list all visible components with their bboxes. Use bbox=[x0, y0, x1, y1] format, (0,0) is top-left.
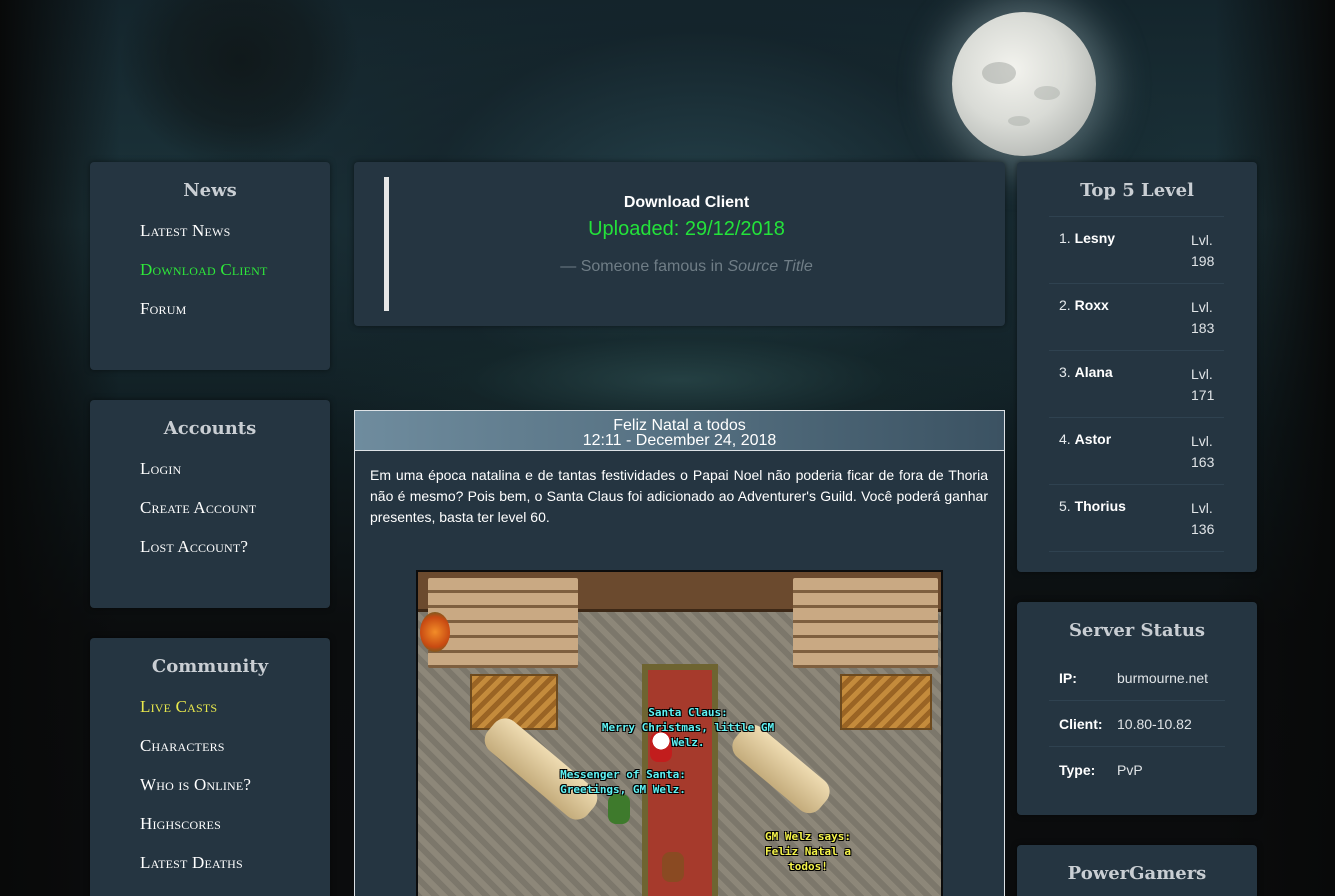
player-link[interactable]: Astor bbox=[1075, 431, 1112, 447]
article-header: Feliz Natal a todos 12:11 - December 24,… bbox=[355, 411, 1004, 451]
messenger-sprite bbox=[608, 794, 630, 824]
accounts-panel: Accounts Login Create Account Lost Accou… bbox=[90, 400, 330, 608]
accounts-heading: Accounts bbox=[163, 418, 257, 439]
nav-who-is-online[interactable]: Who is Online? bbox=[140, 765, 330, 804]
status-row-client: Client: 10.80-10.82 bbox=[1049, 701, 1225, 747]
server-status-table: IP: burmourne.net Client: 10.80-10.82 Ty… bbox=[1049, 655, 1225, 793]
rank-row: 4. Astor Lvl. 163 bbox=[1049, 418, 1224, 485]
news-panel: News Latest News Download Client Forum bbox=[90, 162, 330, 370]
rank-row: 1. Lesny Lvl. 198 bbox=[1049, 217, 1224, 284]
powergamers-panel: PowerGamers bbox=[1017, 845, 1257, 896]
nav-forum[interactable]: Forum bbox=[140, 289, 330, 328]
article-body: Em uma época natalina e de tantas festiv… bbox=[370, 467, 988, 525]
community-menu: Live Casts Characters Who is Online? Hig… bbox=[140, 687, 330, 882]
top5-list: 1. Lesny Lvl. 198 2. Roxx Lvl. 183 3. Alan… bbox=[1049, 216, 1224, 552]
quote-source-title: Source Title bbox=[727, 258, 813, 275]
player-link[interactable]: Lesny bbox=[1075, 230, 1115, 246]
rank-row: 5. Thorius Lvl. 136 bbox=[1049, 485, 1224, 552]
messenger-speech: Messenger of Santa: Greetings, GM Welz. bbox=[560, 768, 686, 796]
server-status-panel: Server Status IP: burmourne.net Client: … bbox=[1017, 602, 1257, 815]
top5-panel: Top 5 Level 1. Lesny Lvl. 198 2. Roxx Lvl… bbox=[1017, 162, 1257, 572]
nav-download-client[interactable]: Download Client bbox=[140, 250, 330, 289]
download-panel: Download Client Uploaded: 29/12/2018 — S… bbox=[354, 162, 1005, 326]
uploaded-date: Uploaded: 29/12/2018 bbox=[588, 218, 785, 240]
community-heading: Community bbox=[151, 656, 269, 677]
nav-highscores[interactable]: Highscores bbox=[140, 804, 330, 843]
quote-footer-prefix: — Someone famous in bbox=[560, 258, 724, 275]
gm-speech: GM Welz says: Feliz Natal a todos! bbox=[764, 830, 852, 873]
player-link[interactable]: Thorius bbox=[1075, 498, 1126, 514]
nav-login[interactable]: Login bbox=[140, 449, 330, 488]
news-article: Feliz Natal a todos 12:11 - December 24,… bbox=[354, 410, 1005, 896]
quote-footer: — Someone famous in Source Title bbox=[389, 258, 984, 276]
status-row-ip: IP: burmourne.net bbox=[1049, 655, 1225, 701]
nav-create-account[interactable]: Create Account bbox=[140, 488, 330, 527]
nav-lost-account[interactable]: Lost Account? bbox=[140, 527, 330, 566]
moon bbox=[952, 12, 1096, 156]
status-row-type: Type: PvP bbox=[1059, 762, 1143, 778]
news-heading: News bbox=[183, 180, 237, 201]
rank-row: 2. Roxx Lvl. 183 bbox=[1049, 284, 1224, 351]
nav-characters[interactable]: Characters bbox=[140, 726, 330, 765]
rank-row: 3. Alana Lvl. 171 bbox=[1049, 351, 1224, 418]
nav-latest-news[interactable]: Latest News bbox=[140, 211, 330, 250]
game-screenshot: Santa Claus: Merry Christmas, little GM … bbox=[416, 570, 943, 896]
article-title: Feliz Natal a todos bbox=[613, 417, 746, 434]
download-blockquote: Download Client Uploaded: 29/12/2018 — S… bbox=[384, 177, 984, 311]
community-panel: Community Live Casts Characters Who is O… bbox=[90, 638, 330, 896]
player-link[interactable]: Alana bbox=[1075, 364, 1113, 380]
nav-latest-deaths[interactable]: Latest Deaths bbox=[140, 843, 330, 882]
accounts-menu: Login Create Account Lost Account? bbox=[140, 449, 330, 566]
server-status-heading: Server Status bbox=[1068, 620, 1206, 641]
player-sprite bbox=[662, 852, 684, 882]
player-link[interactable]: Roxx bbox=[1075, 297, 1109, 313]
nav-live-casts[interactable]: Live Casts bbox=[140, 687, 330, 726]
top5-heading: Top 5 Level bbox=[1080, 180, 1194, 201]
download-title: Download Client bbox=[623, 194, 750, 211]
news-menu: Latest News Download Client Forum bbox=[140, 211, 330, 328]
santa-speech: Santa Claus: Merry Christmas, little GM … bbox=[601, 706, 775, 749]
powergamers-heading: PowerGamers bbox=[1067, 863, 1207, 884]
article-date: 12:11 - December 24, 2018 bbox=[582, 432, 777, 449]
